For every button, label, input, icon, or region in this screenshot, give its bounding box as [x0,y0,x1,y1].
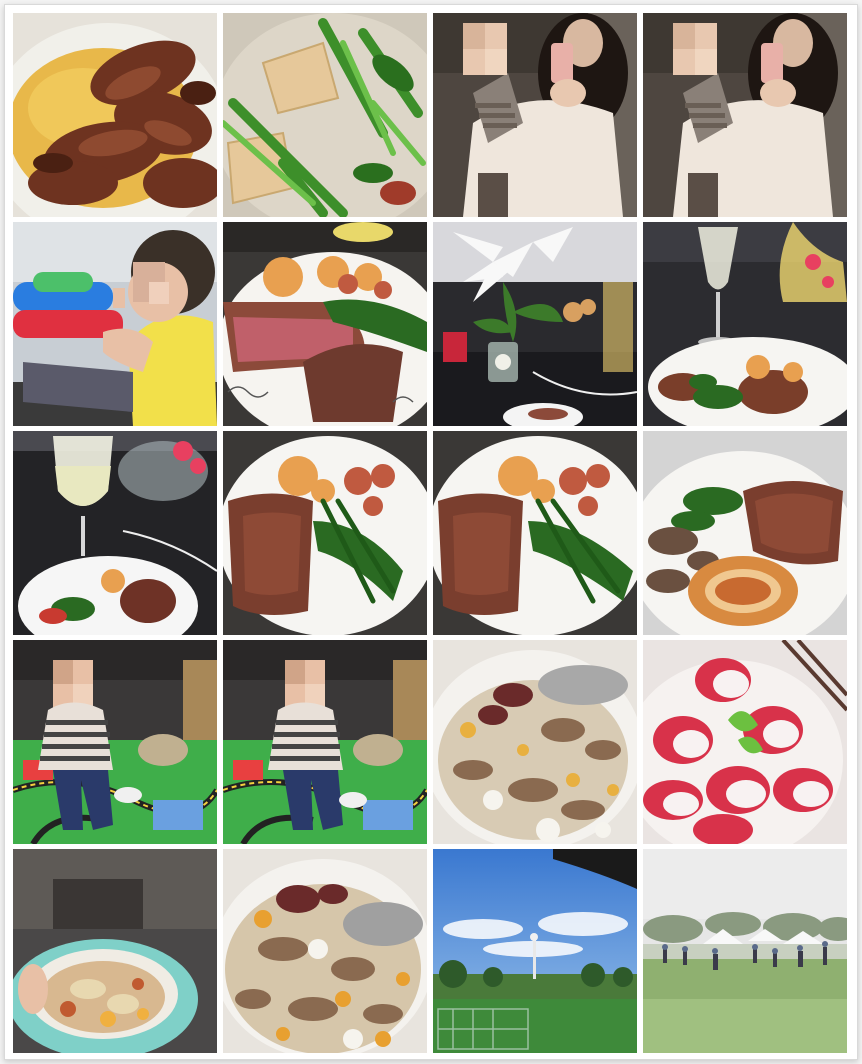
photo-tile-lily-table[interactable] [433,222,637,426]
teal-bowl-photo [13,849,217,1053]
photo-tile-steak-onion-ring[interactable] [643,431,847,635]
radish-salad-photo [643,640,847,844]
photo-tile-wine-table[interactable] [13,431,217,635]
photo-tile-steak-plate-3[interactable] [433,431,637,635]
child-playmat-photo [223,640,427,844]
photo-grid [13,13,849,1053]
photo-tile-wine-steak[interactable] [643,222,847,426]
child-playmat-photo [13,640,217,844]
photo-tile-child-eating[interactable] [13,222,217,426]
photo-tile-rice-meat-1[interactable] [433,640,637,844]
photo-tile-tofu-greens[interactable] [223,13,427,217]
photo-tile-child-playmat-1[interactable] [13,640,217,844]
photo-tile-child-playmat-2[interactable] [223,640,427,844]
lily-table-photo [433,222,637,426]
mirror-selfie-photo [643,13,847,217]
photo-tile-steak-plate-1[interactable] [223,222,427,426]
mirror-selfie-photo [433,13,637,217]
photo-tile-teal-bowl[interactable] [13,849,217,1053]
photo-tile-park-crowd[interactable] [643,849,847,1053]
photo-tile-mirror-selfie-1[interactable] [433,13,637,217]
steak-plate-photo [223,222,427,426]
steak-plate-closeup-photo [433,431,637,635]
beef-slices-photo [13,13,217,217]
photo-tile-steak-plate-2[interactable] [223,431,427,635]
steak-plate-closeup-photo [223,431,427,635]
child-eating-photo [13,222,217,426]
steak-onion-ring-photo [643,431,847,635]
photo-tile-sky-field[interactable] [433,849,637,1053]
photo-collage-frame [4,4,858,1060]
tofu-greens-photo [223,13,427,217]
photo-tile-radish-salad[interactable] [643,640,847,844]
wine-table-photo [13,431,217,635]
sky-field-photo [433,849,637,1053]
photo-tile-rice-meat-2[interactable] [223,849,427,1053]
rice-meat-photo [433,640,637,844]
rice-meat-photo [223,849,427,1053]
park-crowd-photo [643,849,847,1053]
wine-steak-photo [643,222,847,426]
photo-tile-mirror-selfie-2[interactable] [643,13,847,217]
photo-tile-beef-slices[interactable] [13,13,217,217]
